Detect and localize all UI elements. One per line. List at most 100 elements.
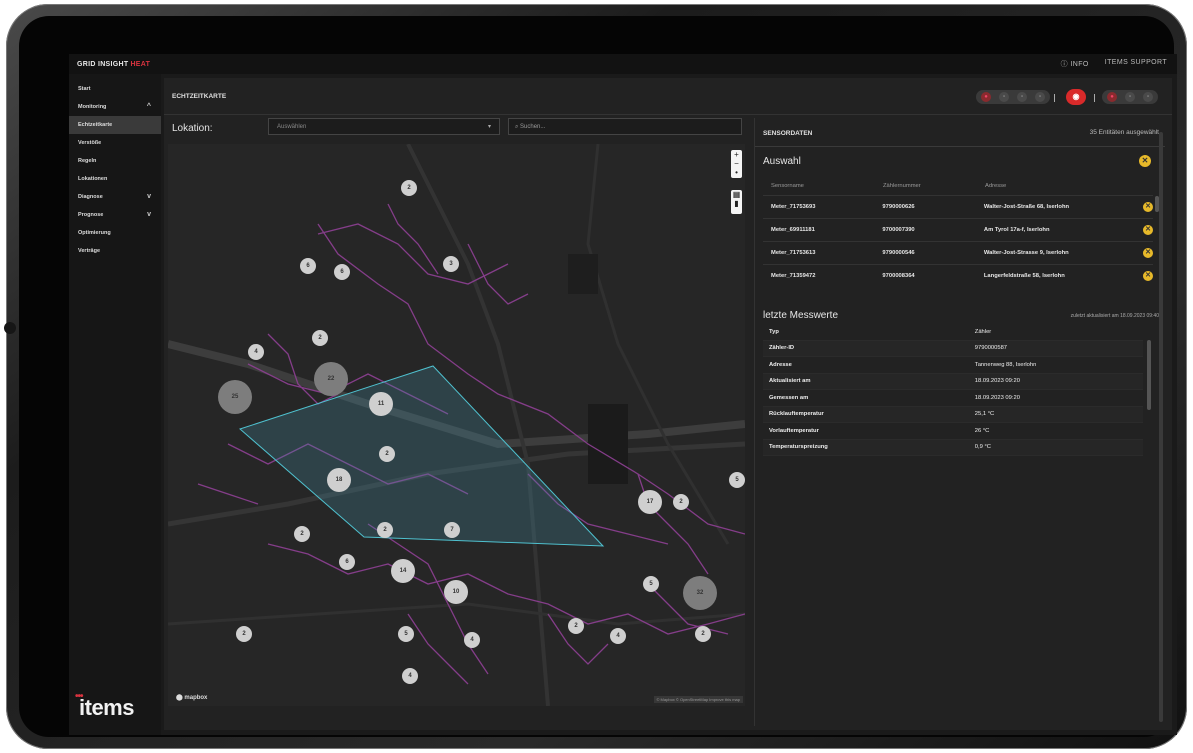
table-row[interactable]: Meter_71753613 9790000546 Walter-Jost-St… (763, 241, 1154, 264)
map-cluster[interactable]: 14 (391, 559, 415, 583)
last-updated: zuletzt aktualisiert am 18.09.2023 09:40 (1070, 313, 1159, 319)
map-cluster[interactable]: 2 (695, 626, 711, 642)
column-header[interactable]: Zählernummer (883, 183, 985, 189)
map-cluster[interactable]: 6 (300, 258, 316, 274)
map-cluster[interactable]: 6 (334, 264, 350, 280)
support-link[interactable]: ITEMS SUPPORT (1105, 59, 1167, 69)
toolbar-button[interactable]: • (1143, 92, 1153, 102)
map-cluster[interactable]: 4 (610, 628, 626, 644)
map-cluster[interactable]: 7 (444, 522, 460, 538)
map-cluster[interactable]: 18 (327, 468, 351, 492)
map-cluster[interactable]: 4 (402, 668, 418, 684)
sidebar-item-monitoring[interactable]: Monitoring ^ (69, 98, 161, 116)
map-cluster[interactable]: 4 (464, 632, 480, 648)
sidebar-item-label: Optimierung (78, 230, 111, 236)
map-cluster[interactable]: 5 (729, 472, 745, 488)
trash-icon[interactable]: ▮ (731, 199, 742, 208)
zoom-controls: + − • (731, 150, 742, 178)
remove-icon[interactable]: ✕ (1143, 248, 1154, 258)
polygon-draw-icon[interactable]: ▦ (731, 190, 742, 199)
sensor-name: Meter_69911181 (771, 227, 815, 233)
map-cluster[interactable]: 2 (379, 446, 395, 462)
map-view[interactable]: 2 6 6 3 4 2 22 25 11 2 18 2 7 2 6 14 10 (168, 144, 745, 706)
map-cluster[interactable]: 2 (401, 180, 417, 196)
toolbar-button[interactable]: • (1125, 92, 1135, 102)
remove-icon[interactable]: ✕ (1143, 202, 1154, 212)
sidebar-item-lokationen[interactable]: Lokationen (69, 170, 161, 188)
top-bar: GRID INSIGHT HEAT ⓘ INFO ITEMS SUPPORT (69, 54, 1177, 74)
address: Am Tyrol 17a-f, Iserlohn (983, 227, 1050, 233)
remove-icon[interactable]: ✕ (1143, 271, 1154, 281)
toolbar-red-button[interactable]: ● (981, 92, 991, 102)
compass-button[interactable]: • (731, 168, 742, 177)
sidebar-item-verstoesse[interactable]: Verstöße (69, 134, 161, 152)
map-cluster[interactable]: 2 (673, 494, 689, 510)
remove-icon[interactable]: ✕ (1143, 225, 1154, 235)
select-placeholder: Auswählen (277, 124, 307, 130)
search-input[interactable]: ⌕ Suchen... (508, 118, 742, 135)
column-header[interactable]: Adresse (985, 183, 1145, 189)
table-row[interactable]: Meter_71359472 9700008364 Langerfeldstra… (763, 264, 1154, 287)
value-key: Aktualisiert am (769, 378, 811, 385)
logo-text: items (79, 695, 134, 720)
sidebar-item-optimierung[interactable]: Optimierung (69, 224, 161, 242)
address: Langerfeldstraße 58, Iserlohn (983, 273, 1065, 279)
value-key: Zähler-ID (769, 345, 795, 352)
location-select[interactable]: Auswählen ▾ (268, 118, 500, 135)
logo-dots: ••• (75, 691, 83, 702)
value-key: Vorlauftemperatur (769, 427, 819, 434)
map-cluster[interactable]: 17 (638, 490, 662, 514)
sidebar-item-regeln[interactable]: Regeln (69, 152, 161, 170)
toolbar-red-button[interactable]: ● (1107, 92, 1117, 102)
list-item: Aktualisiert am 18.09.2023 09:20 (763, 373, 1143, 390)
table-row[interactable]: Meter_71753693 9790000626 Walter-Jost-St… (763, 195, 1154, 218)
sidebar-item-label: Regeln (78, 158, 97, 164)
sidebar-item-vertraege[interactable]: Verträge (69, 242, 161, 260)
map-cluster[interactable]: 2 (312, 330, 328, 346)
map-network (168, 144, 745, 706)
value-val: 9790000587 (974, 345, 1008, 352)
map-cluster[interactable]: 2 (294, 526, 310, 542)
zoom-in-button[interactable]: + (731, 150, 742, 159)
map-cluster[interactable]: 5 (398, 626, 414, 642)
sidebar-item-prognose[interactable]: Prognose v (69, 206, 161, 224)
map-cluster[interactable]: 32 (683, 576, 717, 610)
zoom-out-button[interactable]: − (731, 159, 742, 168)
sidebar-item-diagnose[interactable]: Diagnose v (69, 188, 161, 206)
eye-toggle-icon[interactable]: ◉ (1066, 89, 1086, 105)
meter-number: 9790000626 (882, 204, 915, 210)
column-header[interactable]: Sensorname (763, 183, 883, 189)
toolbar-button[interactable]: • (1035, 92, 1045, 102)
scrollbar[interactable] (1147, 340, 1151, 410)
map-cluster[interactable]: 6 (339, 554, 355, 570)
tablet-frame: GRID INSIGHT HEAT ⓘ INFO ITEMS SUPPORT St… (4, 4, 1187, 749)
address: Walter-Jost-Straße 68, Iserlohn (983, 204, 1070, 210)
map-cluster[interactable]: 4 (248, 344, 264, 360)
sidebar-item-start[interactable]: Start (69, 80, 161, 98)
map-cluster[interactable]: 2 (377, 522, 393, 538)
panel-scrollbar[interactable] (1159, 132, 1163, 722)
value-val: 18.09.2023 09:20 (974, 378, 1020, 385)
sidebar: Start Monitoring ^ Echtzeitkarte Verstöße… (69, 74, 161, 735)
map-cluster[interactable]: 3 (443, 256, 459, 272)
map-cluster[interactable]: 2 (236, 626, 252, 642)
clear-selection-icon[interactable]: ✕ (1139, 155, 1151, 167)
draw-controls: ▦ ▮ (731, 190, 742, 214)
toolbar-button[interactable]: • (1017, 92, 1027, 102)
sidebar-item-echtzeitkarte[interactable]: Echtzeitkarte (69, 116, 161, 134)
brand-accent: HEAT (130, 60, 151, 68)
list-item: Rücklauftemperatur 25,1 °C (763, 406, 1143, 423)
divider (1054, 94, 1055, 102)
location-label: Lokation: (172, 123, 213, 134)
table-row[interactable]: Meter_69911181 9700007390 Am Tyrol 17a-f… (763, 218, 1154, 241)
list-item: Gemessen am 18.09.2023 09:20 (763, 390, 1143, 407)
toolbar-button[interactable]: • (999, 92, 1009, 102)
map-cluster[interactable]: 25 (218, 380, 252, 414)
map-attribution[interactable]: © Mapbox © OpenStreetMap Improve this ma… (653, 696, 743, 703)
map-cluster[interactable]: 11 (369, 392, 393, 416)
map-cluster[interactable]: 10 (444, 580, 468, 604)
info-link[interactable]: ⓘ INFO (1061, 59, 1089, 69)
map-cluster[interactable]: 22 (314, 362, 348, 396)
map-cluster[interactable]: 5 (643, 576, 659, 592)
map-cluster[interactable]: 2 (568, 618, 584, 634)
